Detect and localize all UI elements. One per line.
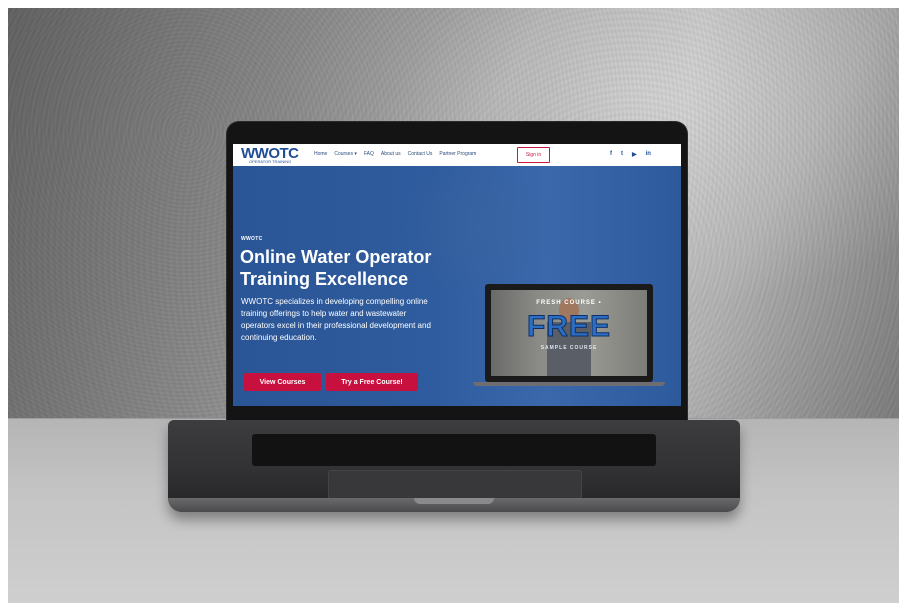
nav-item-home[interactable]: Home xyxy=(314,151,327,157)
nav-item-partner[interactable]: Partner Program xyxy=(439,151,476,157)
hero-title: Online Water Operator Training Excellenc… xyxy=(240,247,432,289)
site-header: WWOTC OPERATOR TRAINING Home Courses ▾ F… xyxy=(233,144,681,166)
hero-description: WWOTC specializes in developing compelli… xyxy=(241,297,431,342)
hero-kicker: WWOTC xyxy=(241,236,263,242)
view-courses-button[interactable]: View Courses xyxy=(244,373,321,391)
nav-item-contact[interactable]: Contact Us xyxy=(408,151,433,157)
sign-in-button[interactable]: Sign in xyxy=(517,147,550,163)
promo-bottom-text: SAMPLE COURSE xyxy=(540,345,598,351)
promo-free-text: FREE xyxy=(526,310,611,343)
youtube-icon[interactable]: ▶ xyxy=(632,151,637,158)
site-logo[interactable]: WWOTC OPERATOR TRAINING xyxy=(241,146,303,164)
twitter-icon[interactable]: t xyxy=(621,151,623,158)
main-nav: Home Courses ▾ FAQ About us Contact Us P… xyxy=(314,151,476,157)
hero-section: WWOTC Online Water Operator Training Exc… xyxy=(233,166,681,406)
nav-item-courses[interactable]: Courses ▾ xyxy=(334,151,357,157)
linkedin-icon[interactable]: in xyxy=(646,151,651,158)
logo-subtitle: OPERATOR TRAINING xyxy=(249,159,292,164)
facebook-icon[interactable]: f xyxy=(610,151,612,158)
laptop-notch xyxy=(414,498,494,504)
nav-item-faq[interactable]: FAQ xyxy=(364,151,374,157)
laptop-keyboard xyxy=(252,434,656,466)
social-links: f t ▶ in xyxy=(610,151,651,158)
promo-video[interactable]: FRESH COURSE • FREE SAMPLE COURSE xyxy=(491,290,647,376)
try-free-course-button[interactable]: Try a Free Course! xyxy=(326,373,418,391)
laptop-screen: WWOTC OPERATOR TRAINING Home Courses ▾ F… xyxy=(233,144,681,406)
promo-laptop-base xyxy=(473,382,665,386)
promo-top-text: FRESH COURSE • xyxy=(536,300,602,306)
nav-item-about[interactable]: About us xyxy=(381,151,401,157)
